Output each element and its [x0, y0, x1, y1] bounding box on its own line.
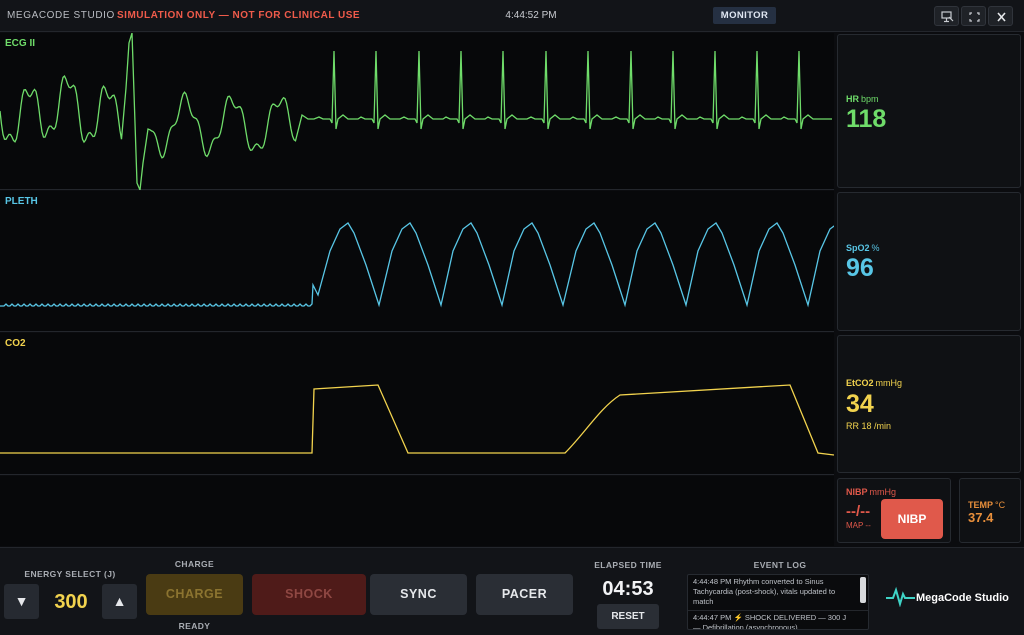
monitor-mode-button[interactable]: MONITOR: [713, 7, 776, 24]
log-entry: 4:44:48 PM Rhythm converted to Sinus Tac…: [688, 575, 868, 611]
hr-name: HR bpm: [846, 94, 879, 104]
ecg-label: ECG II: [5, 38, 36, 49]
etco2-tile: EtCO2 mmHg 34 RR 18 /min: [837, 335, 1021, 473]
energy-value: 300: [54, 591, 88, 613]
elapsed-time-value: 04:53: [602, 578, 654, 600]
spare-waveform-area: [0, 476, 834, 546]
fullscreen-button[interactable]: [961, 6, 986, 26]
energy-up-button[interactable]: ▲: [102, 584, 137, 619]
charge-status: READY: [178, 621, 211, 631]
screen-share-button[interactable]: [934, 6, 959, 26]
close-button[interactable]: [988, 6, 1013, 26]
reset-button[interactable]: RESET: [597, 604, 659, 629]
sync-button[interactable]: SYNC: [370, 574, 467, 615]
event-log-title: EVENT LOG: [753, 560, 807, 570]
pleth-waveform: [0, 222, 834, 308]
elapsed-time-caption: ELAPSED TIME: [594, 560, 662, 570]
pacer-button[interactable]: PACER: [476, 574, 573, 615]
screen-share-icon: [941, 11, 954, 23]
nibp-value: --/--: [846, 503, 871, 520]
ecg-waveform: [0, 33, 832, 190]
etco2-name: EtCO2 mmHg: [846, 378, 903, 388]
charge-caption: CHARGE: [174, 559, 215, 569]
spo2-tile: SpO2% 96: [837, 192, 1021, 331]
nibp-name: NIBP mmHg: [846, 487, 897, 497]
shock-button[interactable]: SHOCK: [252, 574, 366, 615]
hr-tile: HR bpm 118: [837, 34, 1021, 188]
spo2-value: 96: [846, 254, 874, 282]
event-log[interactable]: 4:44:48 PM Rhythm converted to Sinus Tac…: [687, 574, 869, 630]
event-log-scrollbar[interactable]: [860, 577, 866, 603]
temp-name: TEMP °C: [968, 500, 1006, 510]
clock: 4:44:52 PM: [505, 10, 557, 21]
etco2-value: 34: [846, 390, 874, 418]
temp-tile: TEMP °C 37.4: [959, 478, 1021, 543]
co2-label: CO2: [5, 338, 26, 349]
fullscreen-icon: [969, 12, 980, 22]
co2-panel: CO2: [0, 333, 834, 475]
energy-down-button[interactable]: ▼: [4, 584, 39, 619]
nibp-map: MAP --: [846, 521, 871, 530]
hr-value: 118: [846, 105, 887, 133]
temp-value: 37.4: [968, 510, 994, 525]
ecg-panel: ECG II: [0, 33, 834, 190]
pleth-label: PLETH: [5, 196, 38, 207]
control-bar: ENERGY SELECT (J) ▼ 300 ▲ CHARGE CHARGE …: [0, 547, 1024, 635]
co2-waveform: [0, 384, 834, 456]
nibp-start-button[interactable]: NIBP: [881, 499, 943, 539]
nibp-tile: NIBP mmHg --/-- MAP -- NIBP: [837, 478, 951, 543]
respiratory-rate: RR 18 /min: [846, 421, 892, 431]
pleth-panel: PLETH: [0, 191, 834, 332]
logo-text: MegaCode Studio: [916, 592, 1009, 604]
charge-button[interactable]: CHARGE: [146, 574, 243, 615]
top-bar: MEGACODE STUDIO SIMULATION ONLY — NOT FO…: [0, 0, 1024, 32]
close-icon: [997, 12, 1006, 22]
heartbeat-logo-icon: [886, 586, 915, 607]
spo2-name: SpO2%: [846, 243, 880, 253]
log-entry: 4:44:47 PM ⚡ SHOCK DELIVERED — 300 J — D…: [688, 611, 868, 629]
energy-select-caption: ENERGY SELECT (J): [24, 569, 116, 579]
